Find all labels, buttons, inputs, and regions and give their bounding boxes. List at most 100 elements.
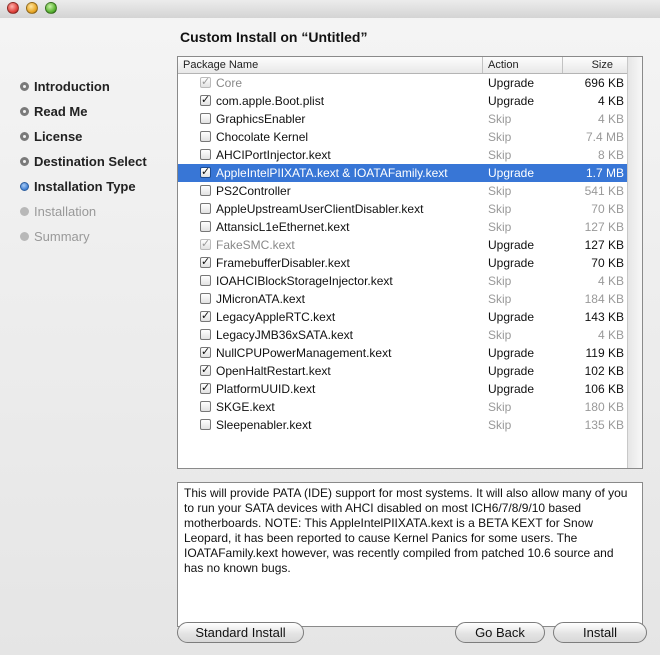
package-action: Upgrade bbox=[488, 346, 535, 360]
package-checkbox[interactable] bbox=[200, 401, 211, 412]
package-action: Upgrade bbox=[488, 238, 535, 252]
table-row[interactable]: ✓ OpenHaltRestart.kext Upgrade 102 KB bbox=[178, 362, 628, 380]
package-checkbox[interactable]: ✓ bbox=[200, 311, 211, 322]
package-size: 135 KB bbox=[584, 418, 624, 432]
package-description: This will provide PATA (IDE) support for… bbox=[177, 482, 643, 627]
package-action: Skip bbox=[488, 148, 512, 162]
installer-steps-sidebar: Introduction Read Me License Destination… bbox=[18, 78, 168, 253]
close-window-button[interactable] bbox=[7, 2, 19, 14]
package-checkbox[interactable]: ✓ bbox=[200, 257, 211, 268]
package-name: Sleepenabler.kext bbox=[216, 418, 312, 432]
package-name: FramebufferDisabler.kext bbox=[216, 256, 350, 270]
package-checkbox[interactable] bbox=[200, 185, 211, 196]
package-action: Skip bbox=[488, 202, 512, 216]
table-row[interactable]: JMicronATA.kext Skip 184 KB bbox=[178, 290, 628, 308]
table-row[interactable]: AHCIPortInjector.kext Skip 8 KB bbox=[178, 146, 628, 164]
package-name: IOAHCIBlockStorageInjector.kext bbox=[216, 274, 393, 288]
table-row[interactable]: ✓ PlatformUUID.kext Upgrade 106 KB bbox=[178, 380, 628, 398]
package-action: Upgrade bbox=[488, 256, 535, 270]
table-row[interactable]: AppleUpstreamUserClientDisabler.kext Skip… bbox=[178, 200, 628, 218]
package-checkbox[interactable] bbox=[200, 113, 211, 124]
step-label: Introduction bbox=[34, 79, 110, 94]
zoom-window-button[interactable] bbox=[45, 2, 57, 14]
package-action: Skip bbox=[488, 130, 512, 144]
package-size: 127 KB bbox=[584, 238, 624, 252]
package-size: 184 KB bbox=[584, 292, 624, 306]
minimize-window-button[interactable] bbox=[26, 2, 38, 14]
package-name: com.apple.Boot.plist bbox=[216, 94, 325, 108]
title-bar bbox=[0, 0, 660, 18]
table-row[interactable]: ✓ NullCPUPowerManagement.kext Upgrade 119 K… bbox=[178, 344, 628, 362]
package-size: 70 KB bbox=[591, 256, 624, 270]
step-label: Installation Type bbox=[34, 179, 136, 194]
step-label: Summary bbox=[34, 229, 90, 244]
package-action: Upgrade bbox=[488, 382, 535, 396]
package-checkbox[interactable] bbox=[200, 221, 211, 232]
package-size: 70 KB bbox=[591, 202, 624, 216]
package-checkbox[interactable] bbox=[200, 419, 211, 430]
step-installation: Installation bbox=[18, 203, 168, 228]
package-checkbox[interactable] bbox=[200, 149, 211, 160]
package-checkbox[interactable]: ✓ bbox=[200, 383, 211, 394]
checkmark-icon: ✓ bbox=[201, 238, 211, 250]
package-checkbox[interactable] bbox=[200, 203, 211, 214]
table-row[interactable]: Chocolate Kernel Skip 7.4 MB bbox=[178, 128, 628, 146]
step-done-icon bbox=[20, 132, 29, 141]
package-name: Core bbox=[216, 76, 243, 90]
table-row[interactable]: IOAHCIBlockStorageInjector.kext Skip 4 KB bbox=[178, 272, 628, 290]
install-button[interactable]: Install bbox=[553, 622, 647, 643]
package-name: AppleIntelPIIXATA.kext & IOATAFamily.kex… bbox=[216, 166, 448, 180]
package-checkbox[interactable] bbox=[200, 275, 211, 286]
package-action: Skip bbox=[488, 328, 512, 342]
package-action: Skip bbox=[488, 112, 512, 126]
column-header-size[interactable]: Size bbox=[563, 57, 627, 73]
checkmark-icon: ✓ bbox=[201, 76, 211, 88]
package-checkbox[interactable] bbox=[200, 131, 211, 142]
table-row[interactable]: ✓ FakeSMC.kext Upgrade 127 KB bbox=[178, 236, 628, 254]
table-row[interactable]: ✓ com.apple.Boot.plist Upgrade 4 KB bbox=[178, 92, 628, 110]
step-introduction: Introduction bbox=[18, 78, 168, 103]
step-destination-select: Destination Select bbox=[18, 153, 168, 178]
go-back-button[interactable]: Go Back bbox=[455, 622, 545, 643]
package-checkbox[interactable]: ✓ bbox=[200, 167, 211, 178]
package-checkbox[interactable]: ✓ bbox=[200, 95, 211, 106]
package-name: NullCPUPowerManagement.kext bbox=[216, 346, 392, 360]
package-checkbox[interactable] bbox=[200, 329, 211, 340]
package-name: AHCIPortInjector.kext bbox=[216, 148, 331, 162]
package-checkbox[interactable]: ✓ bbox=[200, 365, 211, 376]
table-row[interactable]: PS2Controller Skip 541 KB bbox=[178, 182, 628, 200]
table-row[interactable]: AttansicL1eEthernet.kext Skip 127 KB bbox=[178, 218, 628, 236]
checkmark-icon: ✓ bbox=[201, 382, 211, 394]
package-name: JMicronATA.kext bbox=[216, 292, 305, 306]
step-read-me: Read Me bbox=[18, 103, 168, 128]
column-header-action[interactable]: Action bbox=[483, 57, 563, 73]
step-current-icon bbox=[20, 182, 29, 191]
package-size: 102 KB bbox=[584, 364, 624, 378]
standard-install-button[interactable]: Standard Install bbox=[177, 622, 304, 643]
table-row[interactable]: ✓ FramebufferDisabler.kext Upgrade 70 KB bbox=[178, 254, 628, 272]
package-action: Skip bbox=[488, 292, 512, 306]
step-label: Installation bbox=[34, 204, 97, 219]
table-row[interactable]: ✓ AppleIntelPIIXATA.kext & IOATAFamily.ke… bbox=[178, 164, 628, 182]
checkmark-icon: ✓ bbox=[201, 346, 211, 358]
table-row[interactable]: LegacyJMB36xSATA.kext Skip 4 KB bbox=[178, 326, 628, 344]
package-checkbox[interactable] bbox=[200, 293, 211, 304]
package-name: LegacyAppleRTC.kext bbox=[216, 310, 336, 324]
table-row[interactable]: GraphicsEnabler Skip 4 KB bbox=[178, 110, 628, 128]
package-size: 127 KB bbox=[584, 220, 624, 234]
column-header-package-name[interactable]: Package Name bbox=[178, 57, 483, 73]
package-checkbox[interactable]: ✓ bbox=[200, 347, 211, 358]
step-pending-icon bbox=[20, 207, 29, 216]
package-name: AttansicL1eEthernet.kext bbox=[216, 220, 350, 234]
package-size: 106 KB bbox=[584, 382, 624, 396]
table-row[interactable]: ✓ LegacyAppleRTC.kext Upgrade 143 KB bbox=[178, 308, 628, 326]
table-row[interactable]: ✓ Core Upgrade 696 KB bbox=[178, 74, 628, 92]
table-row[interactable]: SKGE.kext Skip 180 KB bbox=[178, 398, 628, 416]
vertical-scrollbar[interactable] bbox=[627, 57, 642, 468]
checkmark-icon: ✓ bbox=[201, 94, 211, 106]
package-action: Upgrade bbox=[488, 94, 535, 108]
package-name: GraphicsEnabler bbox=[216, 112, 306, 126]
package-table: Package Name Action Size ✓ Core Upgrade 696… bbox=[177, 56, 643, 469]
package-action: Skip bbox=[488, 220, 512, 234]
table-row[interactable]: Sleepenabler.kext Skip 135 KB bbox=[178, 416, 628, 434]
